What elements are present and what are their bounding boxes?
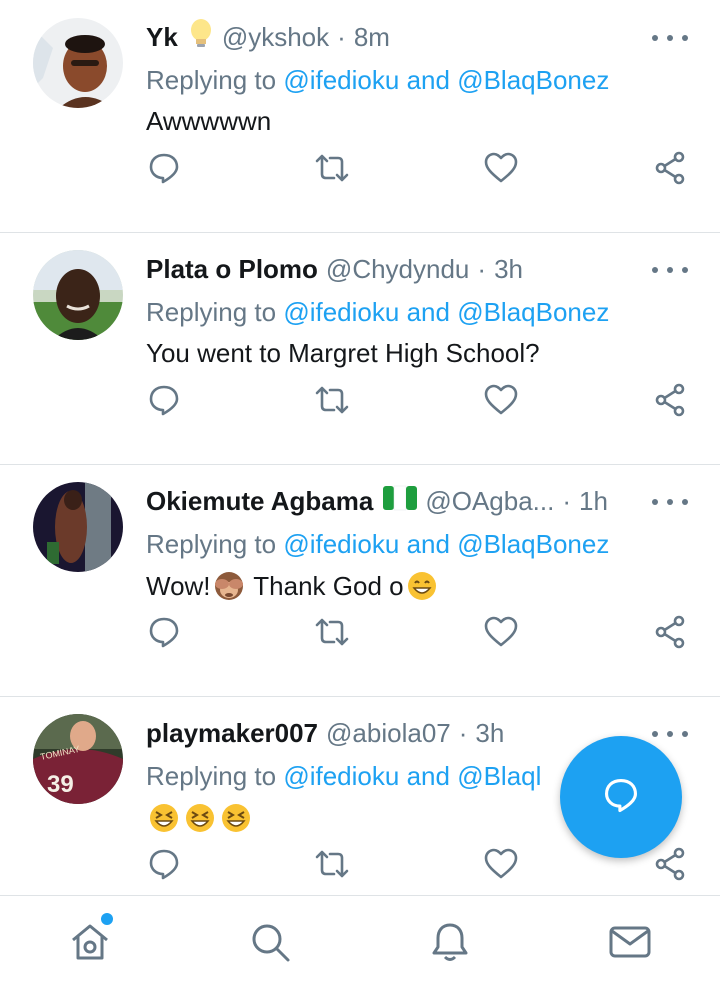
separator-dot: · — [477, 253, 487, 284]
more-options-icon[interactable] — [652, 722, 688, 746]
mention-link[interactable]: @BlaqBonez — [457, 65, 609, 95]
replying-prefix: Replying to — [146, 761, 277, 791]
mention-link[interactable]: @ifedioku — [283, 297, 399, 327]
mention-link[interactable]: @ifedioku — [283, 761, 399, 791]
home-icon[interactable] — [68, 920, 112, 964]
avatar[interactable] — [33, 482, 123, 572]
retweet-icon[interactable] — [314, 614, 350, 650]
replying-to: Replying to @ifedioku and @BlaqBonez — [146, 529, 609, 560]
replying-prefix: Replying to — [146, 529, 277, 559]
mention-link[interactable]: @ifedioku — [283, 529, 399, 559]
author-handle[interactable]: @OAgba... — [425, 486, 554, 517]
replying-to: Replying to @ifedioku and @BlaqBonez — [146, 65, 609, 96]
new-content-indicator — [101, 913, 113, 925]
grinning-face-icon — [406, 570, 438, 602]
more-options-icon[interactable] — [652, 258, 688, 282]
retweet-icon[interactable] — [314, 846, 350, 882]
share-icon[interactable] — [652, 846, 688, 882]
author-name[interactable]: Plata o Plomo — [146, 254, 318, 285]
laughing-face-icon — [184, 802, 216, 834]
author-name[interactable]: Okiemute Agbama — [146, 486, 373, 517]
avatar[interactable] — [33, 18, 123, 108]
see-no-evil-monkey-icon — [213, 570, 245, 602]
like-icon[interactable] — [483, 150, 519, 186]
author-handle[interactable]: @Chydyndu — [326, 254, 469, 285]
author-handle[interactable]: @abiola07 — [326, 718, 451, 749]
replying-prefix: Replying to — [146, 297, 277, 327]
messages-icon[interactable] — [608, 920, 652, 964]
tweet-text-part: Wow! — [146, 570, 211, 601]
like-icon[interactable] — [483, 846, 519, 882]
search-icon[interactable] — [248, 920, 292, 964]
reply-icon[interactable] — [146, 382, 182, 418]
share-icon[interactable] — [652, 382, 688, 418]
timestamp: 8m — [353, 21, 390, 52]
avatar[interactable] — [33, 250, 123, 340]
author-name[interactable]: Yk — [146, 22, 178, 53]
more-options-icon[interactable] — [652, 26, 688, 50]
separator-dot: · — [458, 717, 468, 748]
laughing-face-icon — [220, 802, 252, 834]
tweet-text: You went to Margret High School? — [146, 338, 540, 368]
avatar[interactable]: TOMINAY 39 — [33, 714, 123, 804]
mention-link[interactable]: @ifedioku — [283, 65, 399, 95]
notifications-icon[interactable] — [428, 920, 472, 964]
nigeria-flag-icon — [383, 485, 418, 518]
timestamp: 3h — [475, 717, 505, 748]
share-icon[interactable] — [652, 150, 688, 186]
author-handle[interactable]: @ykshok — [222, 22, 329, 53]
replying-prefix: Replying to — [146, 65, 277, 95]
bottom-navigation — [0, 895, 720, 988]
reply-icon[interactable] — [146, 150, 182, 186]
replying-to: Replying to @ifedioku and @BlaqBonez — [146, 297, 609, 328]
compose-reply-button[interactable] — [560, 736, 682, 858]
tweet[interactable]: Yk @ykshok · 8m Replying to @ifedioku an… — [0, 0, 720, 233]
like-icon[interactable] — [483, 382, 519, 418]
reply-icon[interactable] — [146, 614, 182, 650]
like-icon[interactable] — [483, 614, 519, 650]
tweet-text: Awwwwwn — [146, 106, 272, 136]
share-icon[interactable] — [652, 614, 688, 650]
mention-link[interactable]: @BlaqBonez — [457, 297, 609, 327]
mention-link[interactable]: @BlaqBonez — [457, 529, 609, 559]
mention-conjunction[interactable]: and — [407, 761, 450, 791]
mention-conjunction[interactable]: and — [407, 529, 450, 559]
mention-conjunction[interactable]: and — [407, 297, 450, 327]
lightbulb-badge-icon — [188, 18, 214, 57]
replying-to: Replying to @ifedioku and @Blaql — [146, 761, 541, 792]
tweet-text-part: Thank God o — [246, 570, 404, 601]
retweet-icon[interactable] — [314, 150, 350, 186]
author-name[interactable]: playmaker007 — [146, 718, 318, 749]
timestamp: 1h — [579, 485, 608, 516]
mention-link[interactable]: @Blaql — [457, 761, 541, 791]
tweet[interactable]: Okiemute Agbama @OAgba... · 1h Replying … — [0, 464, 720, 697]
jersey-number: 39 — [47, 771, 74, 798]
tweet-text — [146, 802, 254, 834]
separator-dot: · — [337, 21, 346, 52]
laughing-face-icon — [148, 802, 180, 834]
tweet[interactable]: Plata o Plomo @Chydyndu · 3h Replying to… — [0, 232, 720, 465]
reply-icon[interactable] — [146, 846, 182, 882]
retweet-icon[interactable] — [314, 382, 350, 418]
mention-conjunction[interactable]: and — [407, 65, 450, 95]
timestamp: 3h — [494, 253, 523, 284]
tweet-text: Wow! Thank God o — [146, 570, 440, 602]
separator-dot: · — [562, 485, 572, 516]
more-options-icon[interactable] — [652, 490, 688, 514]
compose-reply-icon — [601, 775, 641, 820]
